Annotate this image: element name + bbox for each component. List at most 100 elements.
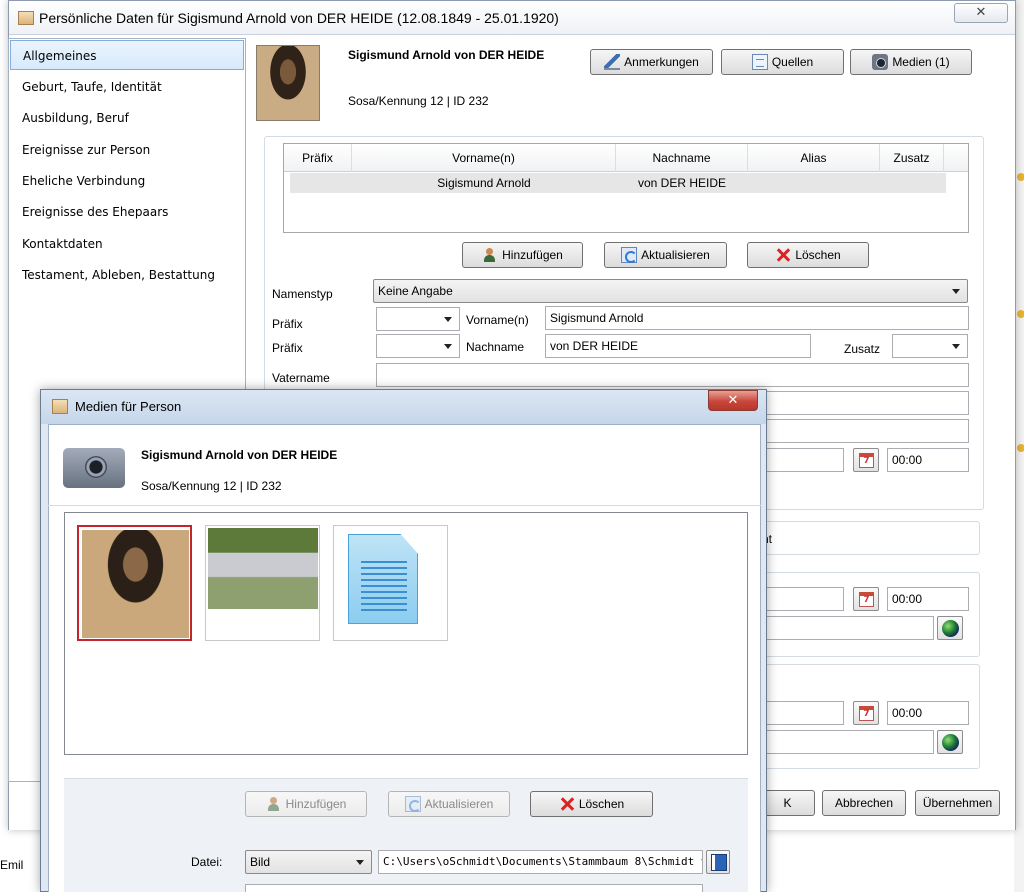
app-icon	[18, 11, 34, 25]
place-field[interactable]	[760, 730, 934, 754]
prefix-select[interactable]	[376, 307, 460, 331]
calendar-button[interactable]: 7	[853, 587, 879, 611]
delete-name-button-label: Löschen	[795, 248, 841, 262]
apply-button[interactable]: Übernehmen	[915, 790, 1000, 816]
surname-label: Nachname	[466, 340, 525, 354]
add-user-icon	[482, 247, 498, 263]
form-field[interactable]	[760, 391, 969, 415]
nav-item-label: Ereignisse des Ehepaars	[22, 205, 169, 219]
date-field[interactable]	[760, 701, 844, 725]
prefix2-label: Präfix	[272, 341, 303, 355]
document-icon	[751, 54, 768, 70]
add-media-button[interactable]: Hinzufügen	[245, 791, 367, 817]
camera-icon	[872, 54, 889, 70]
main-titlebar: Persönliche Daten für Sigismund Arnold v…	[9, 1, 1015, 35]
nav-item-ereignisse-person[interactable]: Ereignisse zur Person	[10, 135, 244, 165]
section-panel	[760, 572, 980, 657]
calendar-icon: 7	[859, 453, 874, 468]
cancel-button[interactable]: Abbrechen	[822, 790, 906, 816]
date-field[interactable]	[760, 448, 844, 472]
media-dialog: Medien für Person ✕ Sigismund Arnold von…	[40, 389, 767, 892]
update-media-button-label: Aktualisieren	[424, 797, 494, 811]
place-lookup-button[interactable]	[937, 616, 963, 640]
person-portrait[interactable]	[256, 45, 320, 121]
building-photo-icon	[208, 528, 318, 609]
form-field[interactable]	[760, 419, 969, 443]
notes-button-label: Anmerkungen	[624, 55, 699, 69]
update-media-button[interactable]: Aktualisieren	[388, 791, 510, 817]
prefix2-select[interactable]	[376, 334, 460, 358]
names-grid-header: Präfix Vorname(n) Nachname Alias Zusatz	[284, 144, 968, 172]
person-name: Sigismund Arnold von DER HEIDE	[348, 48, 545, 62]
nav-item-allgemeines[interactable]: Allgemeines	[10, 40, 244, 70]
given-names-label: Vorname(n)	[466, 313, 529, 327]
nav-item-label: Eheliche Verbindung	[22, 174, 146, 188]
calendar-button[interactable]: 7	[853, 448, 879, 472]
media-thumbnail-document[interactable]	[333, 525, 448, 641]
file-label: Datei:	[191, 855, 223, 869]
time-field[interactable]: 00:00	[887, 587, 969, 611]
sources-button[interactable]: Quellen	[721, 49, 844, 75]
file-type-select[interactable]: Bild	[245, 850, 372, 874]
nav-item-testament[interactable]: Testament, Ableben, Bestattung	[10, 260, 244, 290]
patronym-field[interactable]	[376, 363, 969, 387]
cell-prefix	[290, 173, 352, 193]
column-header-surname[interactable]: Nachname	[616, 144, 748, 172]
globe-icon	[942, 734, 959, 751]
calendar-button[interactable]: 7	[853, 701, 879, 725]
nav-item-ausbildung[interactable]: Ausbildung, Beruf	[10, 103, 244, 133]
person-id: Sosa/Kennung 12 | ID 232	[348, 94, 489, 108]
delete-media-button[interactable]: Löschen	[530, 791, 653, 817]
ok-button[interactable]: K	[760, 790, 815, 816]
column-header-prefix[interactable]: Präfix	[284, 144, 352, 172]
column-header-alias[interactable]: Alias	[748, 144, 880, 172]
nav-item-label: Kontaktdaten	[22, 237, 103, 251]
cell-suffix	[880, 173, 944, 193]
media-dialog-close-button[interactable]: ✕	[708, 390, 758, 411]
name-type-select[interactable]: Keine Angabe	[373, 279, 968, 303]
delete-icon	[775, 247, 791, 263]
nav-item-kontaktdaten[interactable]: Kontaktdaten	[10, 229, 244, 259]
suffix-select[interactable]	[892, 334, 968, 358]
place-lookup-button[interactable]	[937, 730, 963, 754]
column-header-suffix[interactable]: Zusatz	[880, 144, 944, 172]
given-names-field[interactable]: Sigismund Arnold	[545, 306, 969, 330]
delete-name-button[interactable]: Löschen	[747, 242, 869, 268]
time-field[interactable]: 00:00	[887, 701, 969, 725]
nav-item-geburt[interactable]: Geburt, Taufe, Identität	[10, 72, 244, 102]
save-icon[interactable]	[706, 850, 730, 874]
date-field[interactable]	[760, 587, 844, 611]
surname-field[interactable]: von DER HEIDE	[545, 334, 811, 358]
table-row[interactable]: Sigismund Arnold von DER HEIDE	[290, 173, 946, 193]
title-field[interactable]	[245, 884, 703, 892]
add-name-button[interactable]: Hinzufügen	[462, 242, 583, 268]
suffix-label: Zusatz	[844, 342, 881, 356]
window-close-button[interactable]: ✕	[954, 3, 1008, 23]
name-type-label: Namenstyp	[272, 287, 333, 301]
calendar-icon: 7	[859, 706, 874, 721]
media-button[interactable]: Medien (1)	[850, 49, 972, 75]
window-title: Persönliche Daten für Sigismund Arnold v…	[39, 10, 559, 26]
delete-media-button-label: Löschen	[578, 797, 625, 811]
media-thumbnail-building[interactable]	[205, 525, 320, 641]
media-thumbnail-list	[64, 512, 748, 755]
media-button-label: Medien (1)	[892, 55, 950, 69]
nav-item-ereignisse-ehepaar[interactable]: Ereignisse des Ehepaars	[10, 197, 244, 227]
nav-item-label: Allgemeines	[23, 49, 97, 63]
text-document-icon	[348, 534, 418, 624]
place-field[interactable]	[760, 616, 934, 640]
nav-item-label: Ausbildung, Beruf	[22, 111, 129, 125]
sources-button-label: Quellen	[771, 55, 814, 69]
cancel-button-label: Abbrechen	[834, 796, 894, 810]
nav-item-eheliche-verbindung[interactable]: Eheliche Verbindung	[10, 166, 244, 196]
media-thumbnail-portrait[interactable]	[77, 525, 192, 641]
refresh-icon	[621, 247, 638, 263]
update-name-button[interactable]: Aktualisieren	[604, 242, 727, 268]
delete-icon	[559, 796, 575, 812]
add-media-button-label: Hinzufügen	[285, 797, 347, 811]
portrait-photo-icon	[82, 530, 189, 638]
column-header-given[interactable]: Vorname(n)	[352, 144, 616, 172]
notes-button[interactable]: Anmerkungen	[590, 49, 713, 75]
file-path-field[interactable]: C:\Users\oSchmidt\Documents\Stammbaum 8\…	[378, 850, 703, 874]
time-field[interactable]: 00:00	[887, 448, 969, 472]
